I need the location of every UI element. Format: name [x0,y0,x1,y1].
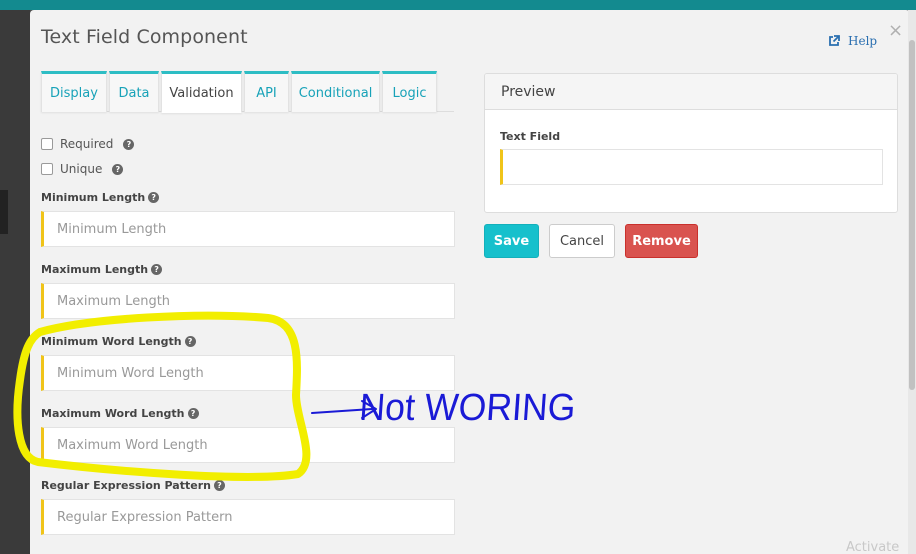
unique-label: Unique [60,162,103,176]
unique-checkbox[interactable] [41,163,53,175]
close-icon[interactable]: × [888,20,903,41]
regex-pattern-label-text: Regular Expression Pattern [41,479,211,492]
minimum-length-label-text: Minimum Length [41,191,146,204]
scrollbar-thumb[interactable] [909,40,915,390]
question-circle-icon[interactable]: ? [213,480,225,491]
question-circle-icon[interactable]: ? [112,163,124,175]
minimum-length-input[interactable]: Minimum Length [41,211,455,247]
required-label: Required [60,137,114,151]
maximum-word-length-input[interactable]: Maximum Word Length [41,427,455,463]
minimum-word-length-label-text: Minimum Word Length [41,335,182,348]
tab-data[interactable]: Data [109,71,159,112]
external-link-icon [828,35,840,47]
question-circle-icon[interactable]: ? [148,192,160,203]
maximum-word-length-label: Maximum Word Length? [41,407,199,420]
component-tabs: Display Data Validation API Conditional … [41,71,454,113]
maximum-length-input[interactable]: Maximum Length [41,283,455,319]
regex-pattern-input[interactable]: Regular Expression Pattern [41,499,455,535]
maximum-word-length-label-text: Maximum Word Length [41,407,185,420]
tab-logic[interactable]: Logic [382,71,437,112]
maximum-length-label: Maximum Length? [41,263,163,276]
cancel-button[interactable]: Cancel [549,224,615,258]
preview-field-label: Text Field [500,130,561,143]
text-field-component-modal: Text Field Component × Help Display Data… [30,10,910,554]
backdrop-edge [0,190,8,234]
preview-heading: Preview [485,74,897,110]
save-button[interactable]: Save [484,224,539,258]
preview-panel: Preview Text Field [484,73,898,213]
tab-display[interactable]: Display [41,71,107,112]
remove-button[interactable]: Remove [625,224,698,258]
activate-watermark: Activate [846,540,900,554]
tab-api[interactable]: API [244,71,289,112]
question-circle-icon[interactable]: ? [151,264,163,275]
required-option: Required ? [41,137,135,151]
page-scrollbar[interactable] [908,10,916,554]
help-link[interactable]: Help [828,34,877,48]
regex-pattern-label: Regular Expression Pattern? [41,479,225,492]
required-checkbox[interactable] [41,138,53,150]
question-circle-icon[interactable]: ? [187,408,199,419]
tab-validation[interactable]: Validation [161,71,242,113]
minimum-word-length-input[interactable]: Minimum Word Length [41,355,455,391]
modal-title: Text Field Component [41,26,248,48]
modal-backdrop [0,10,30,554]
maximum-length-label-text: Maximum Length [41,263,149,276]
help-label: Help [848,34,878,48]
minimum-length-label: Minimum Length? [41,191,160,204]
minimum-word-length-label: Minimum Word Length? [41,335,196,348]
question-circle-icon[interactable]: ? [123,138,135,150]
app-top-bar [0,0,916,10]
unique-option: Unique ? [41,162,124,176]
preview-text-field[interactable] [500,149,883,185]
question-circle-icon[interactable]: ? [184,336,196,347]
tab-conditional[interactable]: Conditional [291,71,380,112]
